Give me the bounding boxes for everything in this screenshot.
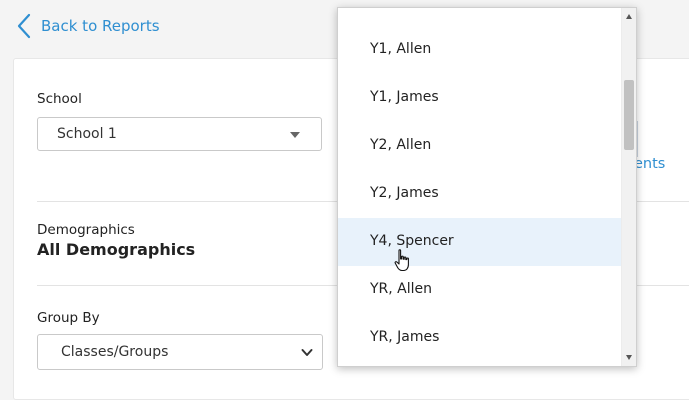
back-to-reports-link[interactable]: Back to Reports <box>17 12 160 40</box>
hand-pointer-icon <box>394 249 412 277</box>
caret-down-icon <box>290 132 300 138</box>
school-select-value: School 1 <box>57 126 117 142</box>
dropdown-option-label: Y1, James <box>370 89 439 105</box>
dropdown-option-label: Y1, Allen <box>370 41 432 57</box>
back-link-label: Back to Reports <box>41 17 160 35</box>
student-dropdown-list[interactable]: Y1, Allen Y1, James Y2, Allen Y2, James Y4, … <box>337 7 637 367</box>
dropdown-option[interactable]: YR, James <box>338 314 622 362</box>
group-by-select[interactable]: Classes/Groups <box>37 334 323 370</box>
scroll-down-arrow-icon[interactable] <box>626 355 632 360</box>
scroll-thumb[interactable] <box>624 80 634 150</box>
demographics-label: Demographics <box>37 222 135 238</box>
dropdown-option-label: YR, Allen <box>370 281 433 297</box>
dropdown-option[interactable]: Y1, Allen <box>338 26 622 74</box>
dropdown-option[interactable]: Y1, James <box>338 74 622 122</box>
dropdown-option[interactable]: Y2, Allen <box>338 122 622 170</box>
group-by-select-value: Classes/Groups <box>61 344 169 360</box>
dropdown-scrollbar[interactable] <box>621 8 636 366</box>
dropdown-option[interactable]: Y2, James <box>338 170 622 218</box>
chevron-left-icon <box>17 13 31 39</box>
dropdown-options: Y1, Allen Y1, James Y2, Allen Y2, James Y4, … <box>338 8 622 366</box>
demographics-value[interactable]: All Demographics <box>37 240 195 259</box>
dropdown-option-label: Y2, James <box>370 185 439 201</box>
school-label: School <box>37 91 82 107</box>
dropdown-option[interactable]: YR, Allen <box>338 266 622 314</box>
school-select[interactable]: School 1 <box>37 117 322 151</box>
dropdown-option-label: Y2, Allen <box>370 137 432 153</box>
chevron-down-icon <box>301 345 313 364</box>
dropdown-option-label: Y4, Spencer <box>370 233 454 249</box>
dropdown-option[interactable]: Y4, Spencer <box>338 218 622 266</box>
right-panel-link[interactable]: ents <box>634 156 665 172</box>
scroll-up-arrow-icon[interactable] <box>626 14 632 19</box>
group-by-label: Group By <box>37 310 100 326</box>
dropdown-option-label: YR, James <box>370 329 440 345</box>
